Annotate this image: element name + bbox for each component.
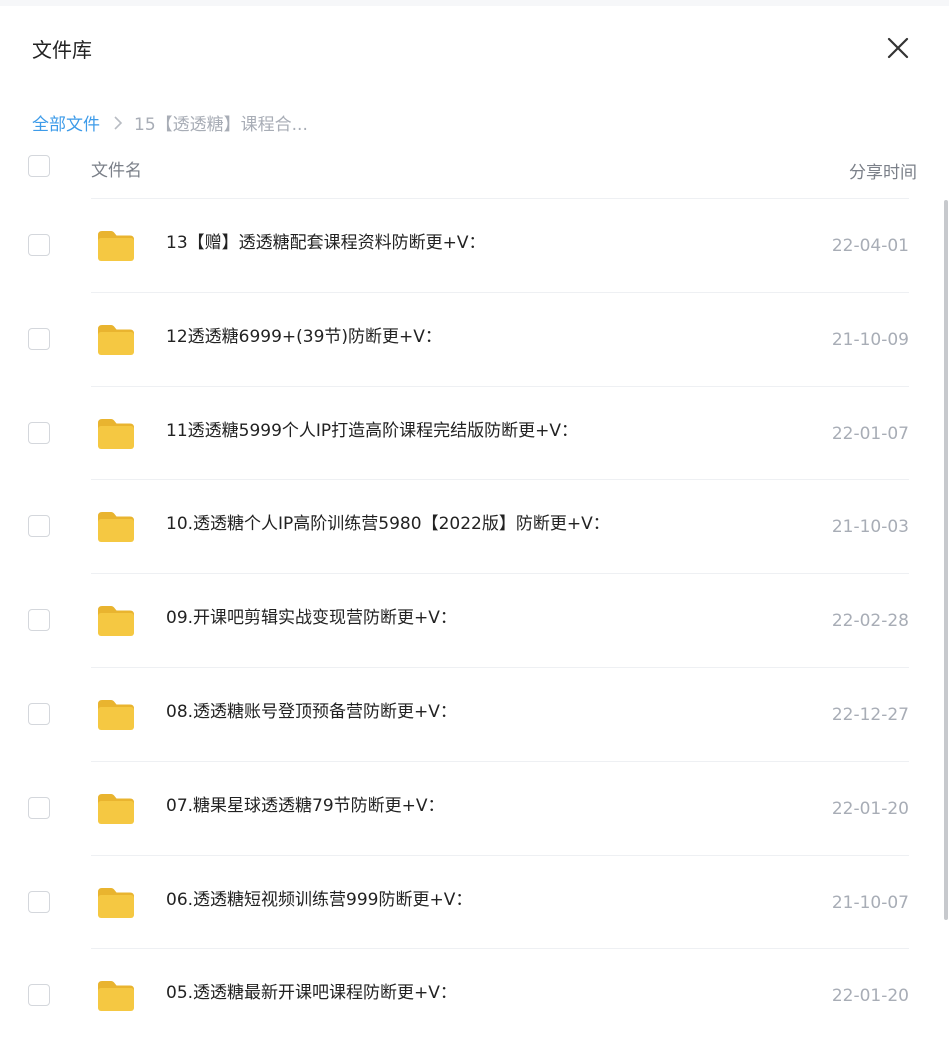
chevron-right-icon — [112, 112, 124, 132]
file-name: 11透透糖5999个人IP打造高阶课程完结版防断更+V： — [166, 420, 579, 441]
row-divider — [91, 854, 909, 856]
folder-icon — [96, 792, 136, 826]
file-date: 21-10-07 — [831, 892, 909, 913]
breadcrumb-current: 15【透透糖】课程合... — [134, 114, 308, 135]
file-row[interactable]: 05.透透糖最新开课吧课程防断更+V： 22-01-20 — [0, 948, 949, 1041]
row-divider — [91, 667, 909, 668]
file-date: 22-02-28 — [831, 611, 909, 632]
folder-icon — [96, 979, 136, 1013]
dialog-title: 文件库 — [32, 38, 92, 62]
file-row[interactable]: 13【赠】透透糖配套课程资料防断更+V： 22-04-01 — [0, 198, 949, 291]
file-name: 12透透糖6999+(39节)防断更+V： — [166, 326, 442, 347]
dialog-header: 文件库 — [0, 0, 949, 100]
folder-icon — [96, 323, 136, 357]
row-divider — [91, 385, 909, 387]
file-date: 21-10-03 — [831, 517, 909, 538]
file-date: 22-04-01 — [831, 236, 909, 256]
folder-icon — [96, 229, 136, 263]
folder-icon — [96, 510, 136, 544]
row-checkbox[interactable] — [28, 609, 50, 632]
row-checkbox[interactable] — [28, 984, 50, 1007]
file-row[interactable]: 10.透透糖个人IP高阶训练营5980【2022版】防断更+V： 21-10-03 — [0, 479, 949, 572]
row-divider — [91, 479, 909, 481]
row-checkbox[interactable] — [28, 327, 50, 350]
scrollbar[interactable] — [944, 200, 948, 920]
row-checkbox[interactable] — [28, 515, 50, 538]
breadcrumb-root-link[interactable]: 全部文件 — [32, 110, 100, 135]
row-divider — [91, 198, 909, 199]
row-divider — [91, 760, 909, 762]
file-name: 07.糖果星球透透糖79节防断更+V： — [166, 795, 445, 816]
column-name-label: 文件名 — [91, 161, 142, 181]
file-name: 06.透透糖短视频训练营999防断更+V： — [166, 889, 473, 910]
column-time-label: 分享时间 — [849, 163, 917, 183]
file-date: 22-01-20 — [831, 798, 909, 819]
file-row[interactable]: 09.开课吧剪辑实战变现营防断更+V： 22-02-28 — [0, 573, 949, 666]
file-name: 13【赠】透透糖配套课程资料防断更+V： — [166, 233, 486, 253]
file-date: 22-12-27 — [831, 705, 909, 725]
file-date: 21-10-09 — [831, 329, 909, 350]
row-checkbox[interactable] — [28, 421, 50, 444]
file-name: 05.透透糖最新开课吧课程防断更+V： — [166, 983, 457, 1004]
file-row[interactable]: 08.透透糖账号登顶预备营防断更+V： 22-12-27 — [0, 667, 949, 760]
file-row[interactable]: 11透透糖5999个人IP打造高阶课程完结版防断更+V： 22-01-07 — [0, 385, 949, 479]
file-name: 10.透透糖个人IP高阶训练营5980【2022版】防断更+V： — [166, 514, 610, 535]
file-name: 09.开课吧剪辑实战变现营防断更+V： — [166, 608, 457, 629]
column-header: 文件名 分享时间 — [0, 148, 949, 188]
row-divider — [91, 291, 909, 293]
row-checkbox[interactable] — [28, 234, 50, 256]
folder-icon — [96, 886, 136, 920]
file-row[interactable]: 07.糖果星球透透糖79节防断更+V： 22-01-20 — [0, 760, 949, 854]
row-checkbox[interactable] — [28, 703, 50, 725]
select-all-checkbox[interactable] — [28, 155, 50, 177]
folder-icon — [96, 604, 136, 638]
folder-icon — [96, 417, 136, 451]
file-date: 22-01-07 — [831, 423, 909, 444]
row-checkbox[interactable] — [28, 796, 50, 819]
breadcrumb: 全部文件 15【透透糖】课程合... — [32, 110, 308, 135]
file-name: 08.透透糖账号登顶预备营防断更+V： — [166, 702, 457, 722]
folder-icon — [96, 698, 136, 732]
close-icon[interactable] — [880, 30, 916, 66]
row-divider — [91, 573, 909, 575]
row-divider — [91, 948, 909, 950]
file-row[interactable]: 12透透糖6999+(39节)防断更+V： 21-10-09 — [0, 291, 949, 385]
row-checkbox[interactable] — [28, 890, 50, 913]
file-row[interactable]: 06.透透糖短视频训练营999防断更+V： 21-10-07 — [0, 854, 949, 948]
file-date: 22-01-20 — [831, 986, 909, 1007]
